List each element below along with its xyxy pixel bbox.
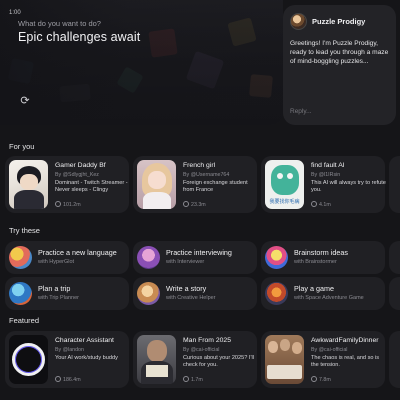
suggestion-subtitle: with Interviewer: [166, 259, 205, 265]
suggestion-subtitle: with Brainstormer: [294, 259, 337, 265]
pencil-icon: [137, 282, 160, 305]
card-author: By @Sdlygjht_Kez: [55, 172, 99, 178]
section-title-featured: Featured: [9, 316, 40, 325]
suggestion-interview[interactable]: Practice interviewing with Interviewer: [133, 241, 257, 274]
character-card[interactable]: French girl By @Username764 Foreign exch…: [133, 156, 257, 213]
chat-count-icon: [311, 376, 317, 382]
character-avatar: [9, 160, 48, 209]
suggestion-subtitle: with HyperGlot: [38, 259, 75, 265]
chat-count-icon: [311, 201, 317, 207]
card-title: Man From 2025: [183, 337, 231, 344]
globe-icon: [9, 282, 32, 305]
suggestion-game[interactable]: Play a game with Space Adventure Game: [261, 277, 385, 310]
featured-card[interactable]: AwkwardFamilyDinner By @cai-official The…: [261, 331, 385, 388]
featured-card-partial[interactable]: [389, 331, 400, 388]
avatar: [290, 13, 307, 30]
character-card-partial[interactable]: [389, 156, 400, 213]
card-title: find fault AI: [311, 162, 345, 169]
suggestion-language[interactable]: Practice a new language with HyperGlot: [5, 241, 129, 274]
chat-count-icon: [55, 201, 61, 207]
card-chat-count: 23.3m: [183, 201, 206, 208]
suggestion-story[interactable]: Write a story with Creative Helper: [133, 277, 257, 310]
card-description: This AI will always try to refute you.: [311, 180, 386, 194]
interview-icon: [137, 246, 160, 269]
hero-banner[interactable]: 1:00 What do you want to do? Epic challe…: [0, 0, 283, 125]
card-description: Dominant - Twitch Streamer - Never sleep…: [55, 180, 128, 194]
card-title: Character Assistant: [55, 337, 114, 344]
suggestion-brainstorm[interactable]: Brainstorm ideas with Brainstormer: [261, 241, 385, 274]
card-description: Foreign exchange student from France: [183, 180, 248, 194]
hero-title: Epic challenges await: [18, 30, 141, 44]
refresh-icon[interactable]: ⟳: [18, 94, 32, 108]
hero-question: What do you want to do?: [18, 19, 101, 28]
character-avatar: [137, 335, 176, 384]
chat-count-icon: [183, 201, 189, 207]
character-card[interactable]: 我要找你毛病 find fault AI By @l1IRsin This AI…: [261, 156, 386, 213]
lightbulb-icon: [265, 246, 288, 269]
reply-input[interactable]: Reply...: [290, 108, 312, 115]
section-title-try-these: Try these: [9, 226, 40, 235]
card-chat-count: 7.8m: [311, 376, 331, 383]
suggestion-subtitle: with Trip Planner: [38, 295, 79, 301]
card-author: By @Username764: [183, 172, 230, 178]
card-author: By @l1IRsin: [311, 172, 341, 178]
character-avatar: [137, 160, 176, 209]
featured-card[interactable]: Character Assistant By @landon Your AI w…: [5, 331, 129, 388]
chat-message: Greetings! I'm Puzzle Prodigy, ready to …: [290, 40, 389, 65]
card-description: Curious about your 2025? I'll check for …: [183, 355, 255, 369]
card-title: AwkwardFamilyDinner: [311, 337, 379, 344]
card-author: By @cai-official: [311, 347, 348, 353]
suggestion-subtitle: with Creative Helper: [166, 295, 216, 301]
character-avatar: [265, 335, 304, 384]
suggestion-partial[interactable]: [389, 277, 400, 310]
game-icon: [265, 282, 288, 305]
suggestion-subtitle: with Space Adventure Game: [294, 295, 364, 301]
suggestion-trip[interactable]: Plan a trip with Trip Planner: [5, 277, 129, 310]
chat-preview-card[interactable]: Puzzle Prodigy Greetings! I'm Puzzle Pro…: [283, 5, 396, 125]
status-time: 1:00: [9, 10, 21, 16]
card-author: By @landon: [55, 347, 84, 353]
suggestion-title: Plan a trip: [38, 284, 71, 293]
card-chat-count: 101.2m: [55, 201, 81, 208]
card-chat-count: 4.1m: [311, 201, 331, 208]
suggestion-title: Brainstorm ideas: [294, 248, 348, 257]
section-title-for-you: For you: [9, 142, 35, 151]
suggestion-title: Play a game: [294, 284, 334, 293]
suggestion-title: Write a story: [166, 284, 207, 293]
chat-character-name: Puzzle Prodigy: [312, 17, 366, 26]
card-description: The chaos is real, and so is the tension…: [311, 355, 380, 369]
card-chat-count: 186.4m: [55, 376, 81, 383]
thumb-caption: 我要找你毛病: [269, 199, 300, 205]
card-chat-count: 1.7m: [183, 376, 203, 383]
suggestion-partial[interactable]: [389, 241, 400, 274]
language-icon: [9, 246, 32, 269]
suggestion-title: Practice interviewing: [166, 248, 232, 257]
character-avatar: [9, 335, 48, 384]
card-author: By @cai-official: [183, 347, 220, 353]
chat-count-icon: [183, 376, 189, 382]
chat-count-icon: [55, 376, 61, 382]
card-title: French girl: [183, 162, 216, 169]
card-description: Your AI work/study buddy: [55, 355, 118, 361]
suggestion-title: Practice a new language: [38, 248, 117, 257]
character-avatar: 我要找你毛病: [265, 160, 304, 209]
card-title: Gamer Daddy Bf: [55, 162, 106, 169]
featured-card[interactable]: Man From 2025 By @cai-official Curious a…: [133, 331, 257, 388]
character-card[interactable]: Gamer Daddy Bf By @Sdlygjht_Kez Dominant…: [5, 156, 129, 213]
